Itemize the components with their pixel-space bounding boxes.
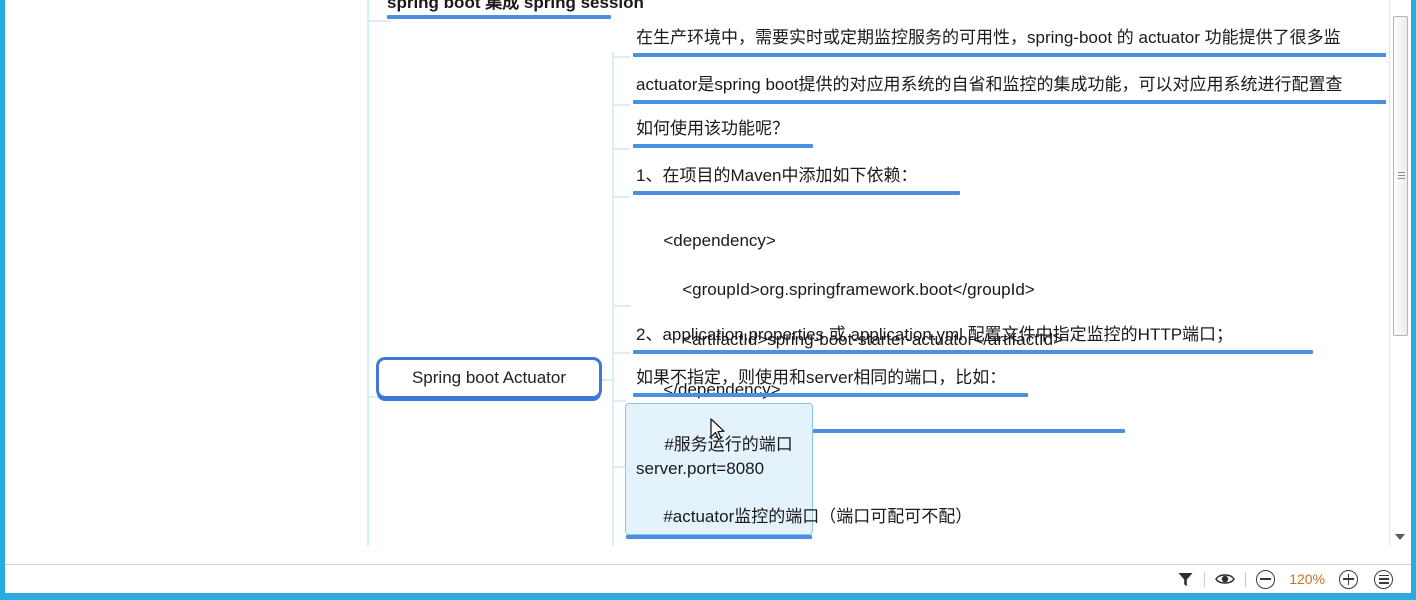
branch-stub-2	[612, 104, 630, 106]
topic-6-text: 2、application.properties 或 application.y…	[636, 325, 1234, 344]
topic-7-underline	[633, 393, 1028, 398]
topic-2[interactable]: actuator是spring boot提供的对应用系统的自省和监控的集成功能，…	[633, 74, 1386, 105]
topic-5-code-line-2: <groupId>org.springframework.boot</group…	[663, 280, 1035, 300]
menu-button[interactable]	[1366, 567, 1401, 591]
hamburger-menu-icon	[1374, 569, 1393, 589]
topic-1-text: 在生产环境中，需要实时或定期监控服务的可用性，spring-boot 的 act…	[636, 28, 1341, 47]
topic-4-text: 1、在项目的Maven中添加如下依赖：	[636, 166, 918, 185]
topic-7-text: 如果不指定，则使用和server相同的端口，比如：	[636, 368, 1007, 387]
topic-2-text: actuator是spring boot提供的对应用系统的自省和监控的集成功能，…	[636, 75, 1343, 94]
zoom-in-button[interactable]	[1331, 567, 1366, 591]
parent-node-label: spring boot 集成 spring session	[387, 0, 644, 12]
node-spring-boot-actuator[interactable]: Spring boot Actuator	[376, 357, 602, 399]
topic-8-line-2: server.port=8080	[636, 459, 765, 479]
branch-stub-3	[612, 148, 630, 150]
trunk-connector-line	[367, 0, 369, 546]
topic-4[interactable]: 1、在项目的Maven中添加如下依赖：	[633, 165, 960, 196]
filter-button[interactable]	[1169, 567, 1202, 591]
scroll-down-arrow[interactable]	[1395, 534, 1405, 540]
vscroll-grip	[1398, 172, 1405, 180]
topic-6-underline	[633, 350, 1313, 355]
topic-2-underline	[633, 100, 1386, 105]
subtrunk-connector-line	[612, 52, 614, 546]
topic-4-underline	[633, 191, 960, 196]
topic-3-text: 如何使用该功能呢？	[636, 119, 789, 138]
topic-8-line-1: #服务运行的端口	[664, 435, 793, 455]
topic-6[interactable]: 2、application.properties 或 application.y…	[633, 324, 1313, 355]
parent-node-cut-off[interactable]: spring boot 集成 spring session	[387, 0, 747, 19]
topic-3[interactable]: 如何使用该功能呢？	[633, 118, 813, 149]
zoom-in-icon	[1339, 569, 1358, 589]
branch-stub-4	[612, 196, 630, 198]
branch-stub-1	[612, 56, 630, 58]
topic-1[interactable]: 在生产环境中，需要实时或定期监控服务的可用性，spring-boot 的 act…	[633, 27, 1386, 58]
vertical-scrollbar[interactable]	[1389, 0, 1411, 546]
zoom-out-icon	[1256, 569, 1276, 589]
statusbar-divider-1	[1204, 571, 1206, 587]
vertical-scrollbar-thumb[interactable]	[1393, 16, 1408, 336]
branch-line-main-to-subtrunk	[601, 379, 615, 381]
branch-stub-5	[612, 305, 630, 307]
topic-9-code-line-1: #actuator监控的端口（端口可配可不配）	[663, 506, 973, 526]
branch-stub-7	[612, 400, 626, 402]
parent-node-underline	[387, 15, 611, 19]
visibility-button[interactable]	[1207, 567, 1243, 591]
eye-icon	[1215, 574, 1236, 584]
mindmap-canvas[interactable]: spring boot 集成 spring session Spring boo…	[5, 0, 1386, 546]
topic-7[interactable]: 如果不指定，则使用和server相同的端口，比如：	[633, 367, 1028, 398]
branch-stub-6	[612, 352, 630, 354]
node-spring-boot-actuator-label: Spring boot Actuator	[411, 368, 567, 387]
zoom-level-label: 120%	[1289, 571, 1325, 587]
branch-line-parent	[367, 20, 391, 22]
filter-icon	[1178, 572, 1193, 586]
topic-5-code-line-1: <dependency>	[663, 230, 776, 250]
topic-3-underline	[633, 144, 813, 149]
application-window: spring boot 集成 spring session Spring boo…	[0, 0, 1416, 600]
zoom-out-button[interactable]	[1248, 567, 1283, 591]
statusbar-divider-2	[1245, 571, 1247, 587]
topic-1-underline	[633, 53, 1386, 58]
topic-9-code-block[interactable]: #actuator监控的端口（端口可配可不配） management.serve…	[635, 480, 1175, 546]
status-bar: 120%	[5, 564, 1411, 593]
